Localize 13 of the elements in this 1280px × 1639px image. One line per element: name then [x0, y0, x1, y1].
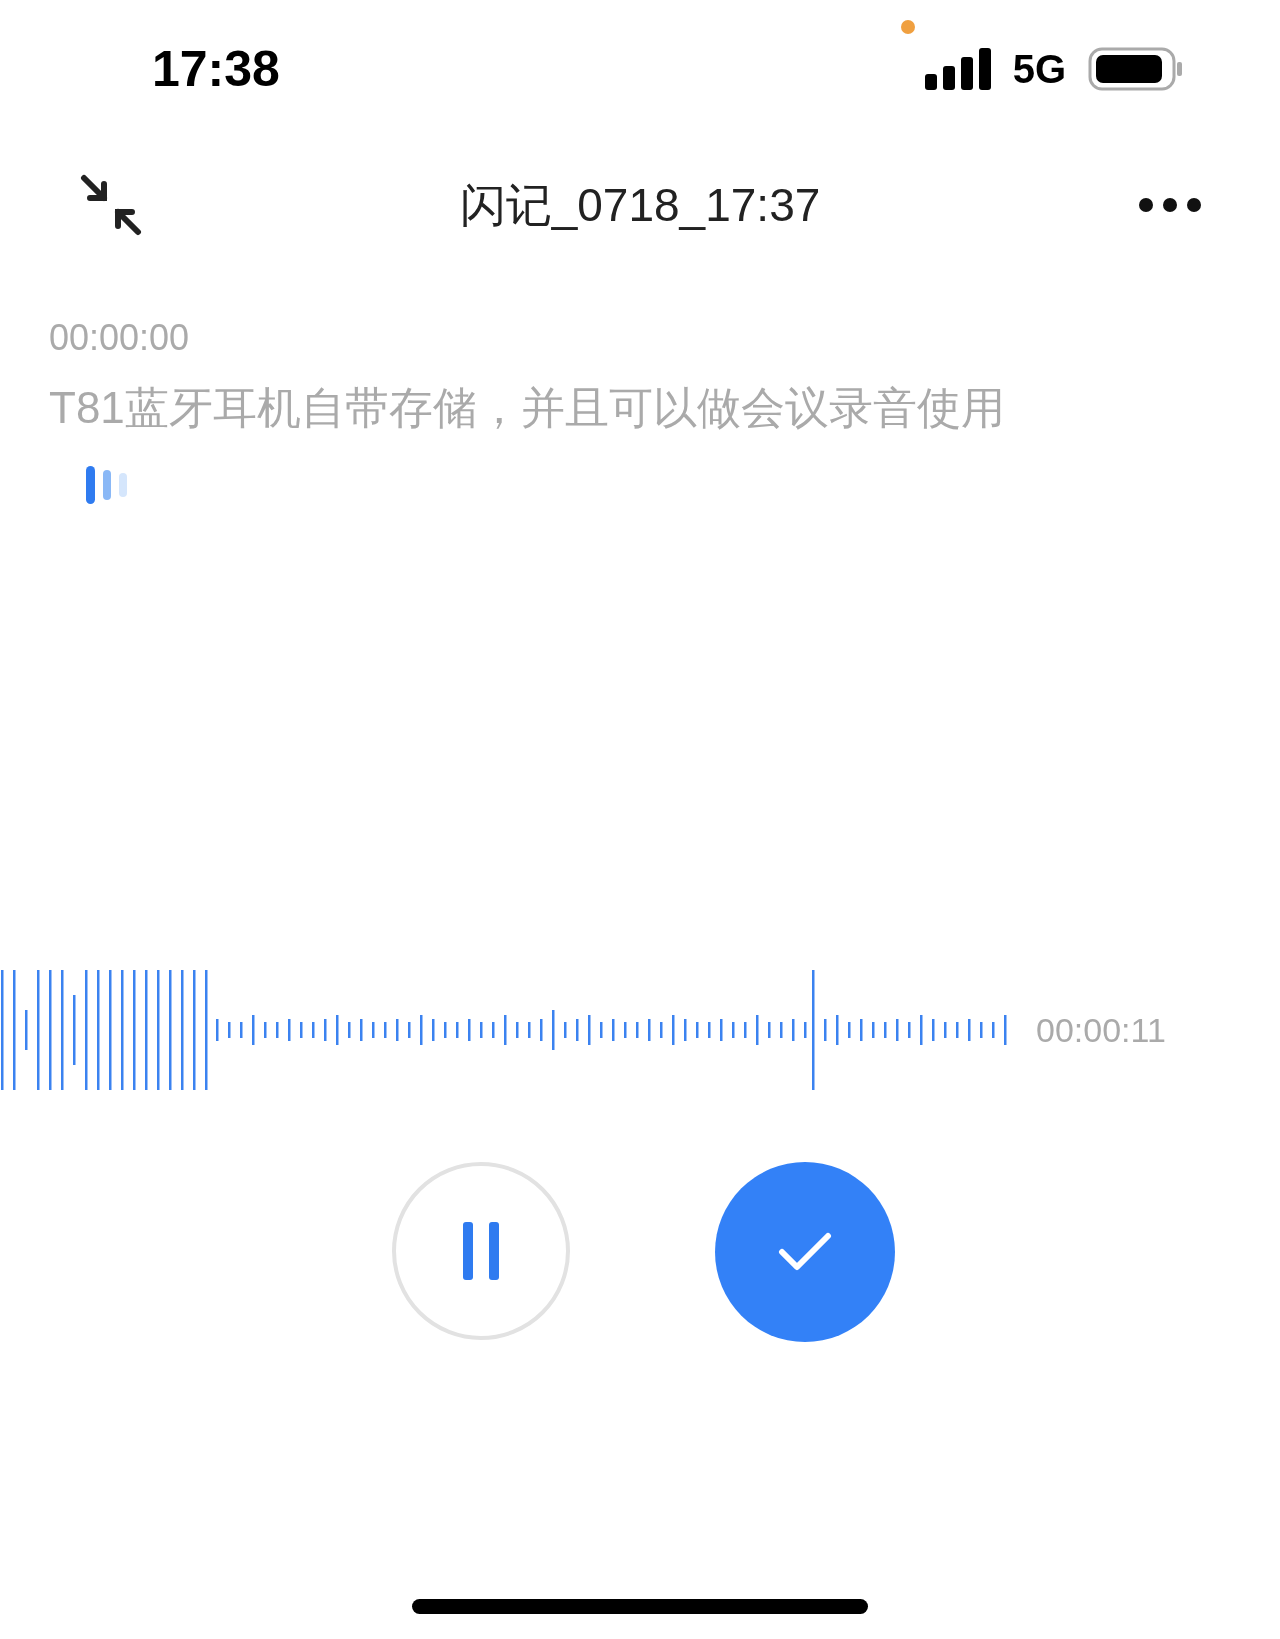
recording-title: 闪记_0718_17:37 [459, 177, 821, 233]
transcript-text: T81蓝牙耳机自带存储，并且可以做会议录音使用 [49, 386, 1005, 430]
status-time: 17:38 [152, 39, 280, 99]
elapsed-time: 00:00:11 [1036, 1009, 1166, 1051]
more-icon[interactable] [1138, 197, 1202, 213]
check-icon [777, 1232, 832, 1272]
minimize-icon[interactable] [80, 174, 142, 236]
recording-indicator-icon [901, 20, 915, 34]
timestamp: 00:00:00 [49, 320, 190, 356]
battery-icon [1088, 47, 1184, 91]
signal-icon [924, 48, 991, 90]
network-label: 5G [1012, 46, 1066, 93]
pause-icon [462, 1222, 499, 1280]
